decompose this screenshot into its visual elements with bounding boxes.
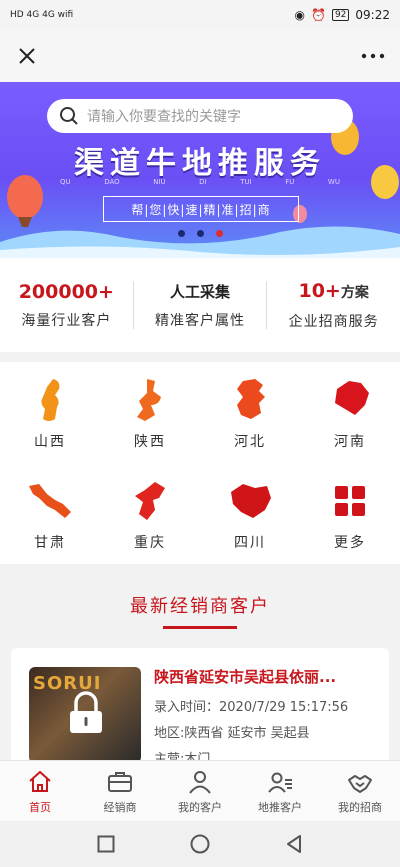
stat-value: 200000+ — [18, 281, 114, 303]
region-item[interactable]: 甘肃 — [0, 463, 100, 564]
stat-customers: 200000+ 海量行业客户 — [0, 280, 133, 330]
person-icon — [189, 770, 211, 794]
dealer-entry-time: 录入时间：2020/7/29 15:17:56 — [154, 700, 349, 715]
pinyin-syllable: WU — [327, 178, 340, 186]
region-item[interactable]: 四川 — [200, 463, 300, 564]
search-placeholder: 请输入你要查找的关键字 — [87, 109, 241, 125]
pinyin-syllable: TUI — [240, 178, 252, 186]
region-label: 四川 — [234, 534, 266, 551]
region-item[interactable]: 陕西 — [100, 362, 200, 463]
home-button-icon[interactable] — [190, 834, 210, 854]
alarm-icon: ⏰ — [311, 8, 326, 22]
stat-label: 精准客户属性 — [155, 313, 245, 329]
tab-item[interactable]: 我的客户 — [160, 761, 240, 821]
status-time: 09:22 — [355, 8, 390, 22]
pinyin-syllable: QU — [60, 178, 71, 186]
pinyin-syllable: DAO — [104, 178, 120, 186]
region-label: 河南 — [334, 433, 366, 450]
section-underline — [163, 626, 237, 629]
dealer-card[interactable]: SORUI 陕西省延安市吴起县依丽... 录入时间：2020/7/29 15:1… — [11, 648, 389, 778]
handshake-icon — [348, 774, 372, 793]
battery-icon: 92 — [331, 9, 350, 21]
pinyin-syllable: DI — [199, 178, 207, 186]
eye-icon: ◉ — [294, 8, 305, 22]
region-label: 重庆 — [134, 534, 166, 551]
stat-solutions: 10+方案 企业招商服务 — [267, 279, 400, 331]
region-label: 河北 — [234, 433, 266, 450]
banner-slogan: 帮|您|快|速|精|准|招|商 — [103, 196, 299, 222]
carousel-dot[interactable] — [196, 230, 204, 237]
status-right: ◉ ⏰ 92 09:22 — [295, 8, 390, 22]
region-label: 甘肃 — [34, 534, 66, 551]
bottom-tab-bar: 首页 经销商 我的客户 地推客户 我的招商 — [0, 760, 400, 821]
signal-icons: HD 4G 4G wifi — [10, 10, 74, 20]
dealer-thumbnail: SORUI — [29, 667, 141, 763]
carousel-dots[interactable] — [0, 230, 400, 237]
region-item[interactable]: 更多 — [300, 463, 400, 564]
tab-label: 我的招商 — [338, 800, 382, 814]
stat-value: 人工采集 — [170, 283, 231, 301]
recent-apps-icon[interactable] — [97, 835, 115, 853]
pinyin-syllable: FU — [285, 178, 295, 186]
carousel-dot[interactable] — [215, 230, 223, 237]
home-icon — [29, 770, 51, 792]
province-map-icon — [231, 483, 271, 518]
province-map-icon — [135, 481, 165, 520]
system-nav-bar — [0, 821, 400, 867]
grid-icon — [335, 485, 365, 516]
lock-icon — [70, 691, 102, 733]
stat-value: 10+方案 — [267, 279, 400, 305]
region-item[interactable]: 山西 — [0, 362, 100, 463]
tab-label: 地推客户 — [258, 800, 302, 814]
region-label: 陕西 — [134, 433, 166, 450]
tab-label: 经销商 — [103, 800, 137, 814]
tab-item[interactable]: 首页 — [0, 761, 80, 821]
region-item[interactable]: 重庆 — [100, 463, 200, 564]
search-box[interactable]: 请输入你要查找的关键字 — [47, 99, 353, 133]
province-map-icon — [237, 378, 265, 419]
tab-item[interactable]: 经销商 — [80, 761, 160, 821]
stat-number: 10+ — [298, 280, 341, 302]
province-map-icon — [137, 378, 161, 421]
stats-strip: 200000+ 海量行业客户 人工采集 精准客户属性 10+方案 企业招商服务 — [0, 258, 400, 352]
dealer-area: 地区:陕西省 延安市 吴起县 — [154, 726, 310, 741]
more-icon[interactable] — [360, 43, 386, 69]
briefcase-icon — [108, 771, 132, 792]
promo-banner[interactable]: 请输入你要查找的关键字 渠道牛地推服务 QU DAO NIU DI TUI FU WU 帮|… — [0, 82, 400, 258]
stat-collection: 人工采集 精准客户属性 — [134, 280, 267, 330]
region-item[interactable]: 河南 — [300, 362, 400, 463]
status-bar: HD 4G 4G wifi ◉ ⏰ 92 09:22 — [0, 0, 400, 30]
banner-pinyin: QU DAO NIU DI TUI FU WU — [60, 178, 340, 186]
carousel-dot[interactable] — [177, 230, 185, 237]
status-left: HD 4G 4G wifi — [10, 10, 73, 20]
close-icon[interactable] — [14, 43, 40, 69]
region-item[interactable]: 河北 — [200, 362, 300, 463]
region-grid: 山西 陕西 河北 河南甘肃 重庆 四川 更多 — [0, 362, 400, 564]
province-map-icon — [41, 378, 60, 421]
contacts-icon — [268, 772, 292, 793]
tab-label: 我的客户 — [178, 800, 222, 814]
stat-label: 海量行业客户 — [21, 313, 112, 329]
dealer-title: 陕西省延安市吴起县依丽... — [154, 668, 337, 686]
banner-title: 渠道牛地推服务 — [74, 146, 326, 181]
back-icon[interactable] — [285, 834, 303, 854]
section-title: 最新经销商客户 — [130, 596, 270, 617]
stat-unit: 方案 — [340, 285, 369, 301]
region-label: 更多 — [334, 534, 366, 551]
tab-item[interactable]: 我的招商 — [320, 761, 400, 821]
province-map-icon — [29, 483, 71, 518]
top-bar — [0, 30, 400, 82]
latest-dealers-section: 最新经销商客户 SORUI 陕西省延安市吴起县依丽... 录入时间：2020/7… — [0, 564, 400, 778]
search-icon — [60, 107, 78, 125]
tab-label: 首页 — [29, 800, 51, 814]
tab-item[interactable]: 地推客户 — [240, 761, 320, 821]
stat-label: 企业招商服务 — [288, 314, 379, 330]
province-map-icon — [335, 380, 369, 415]
region-label: 山西 — [34, 433, 66, 450]
pinyin-syllable: NIU — [153, 178, 166, 186]
